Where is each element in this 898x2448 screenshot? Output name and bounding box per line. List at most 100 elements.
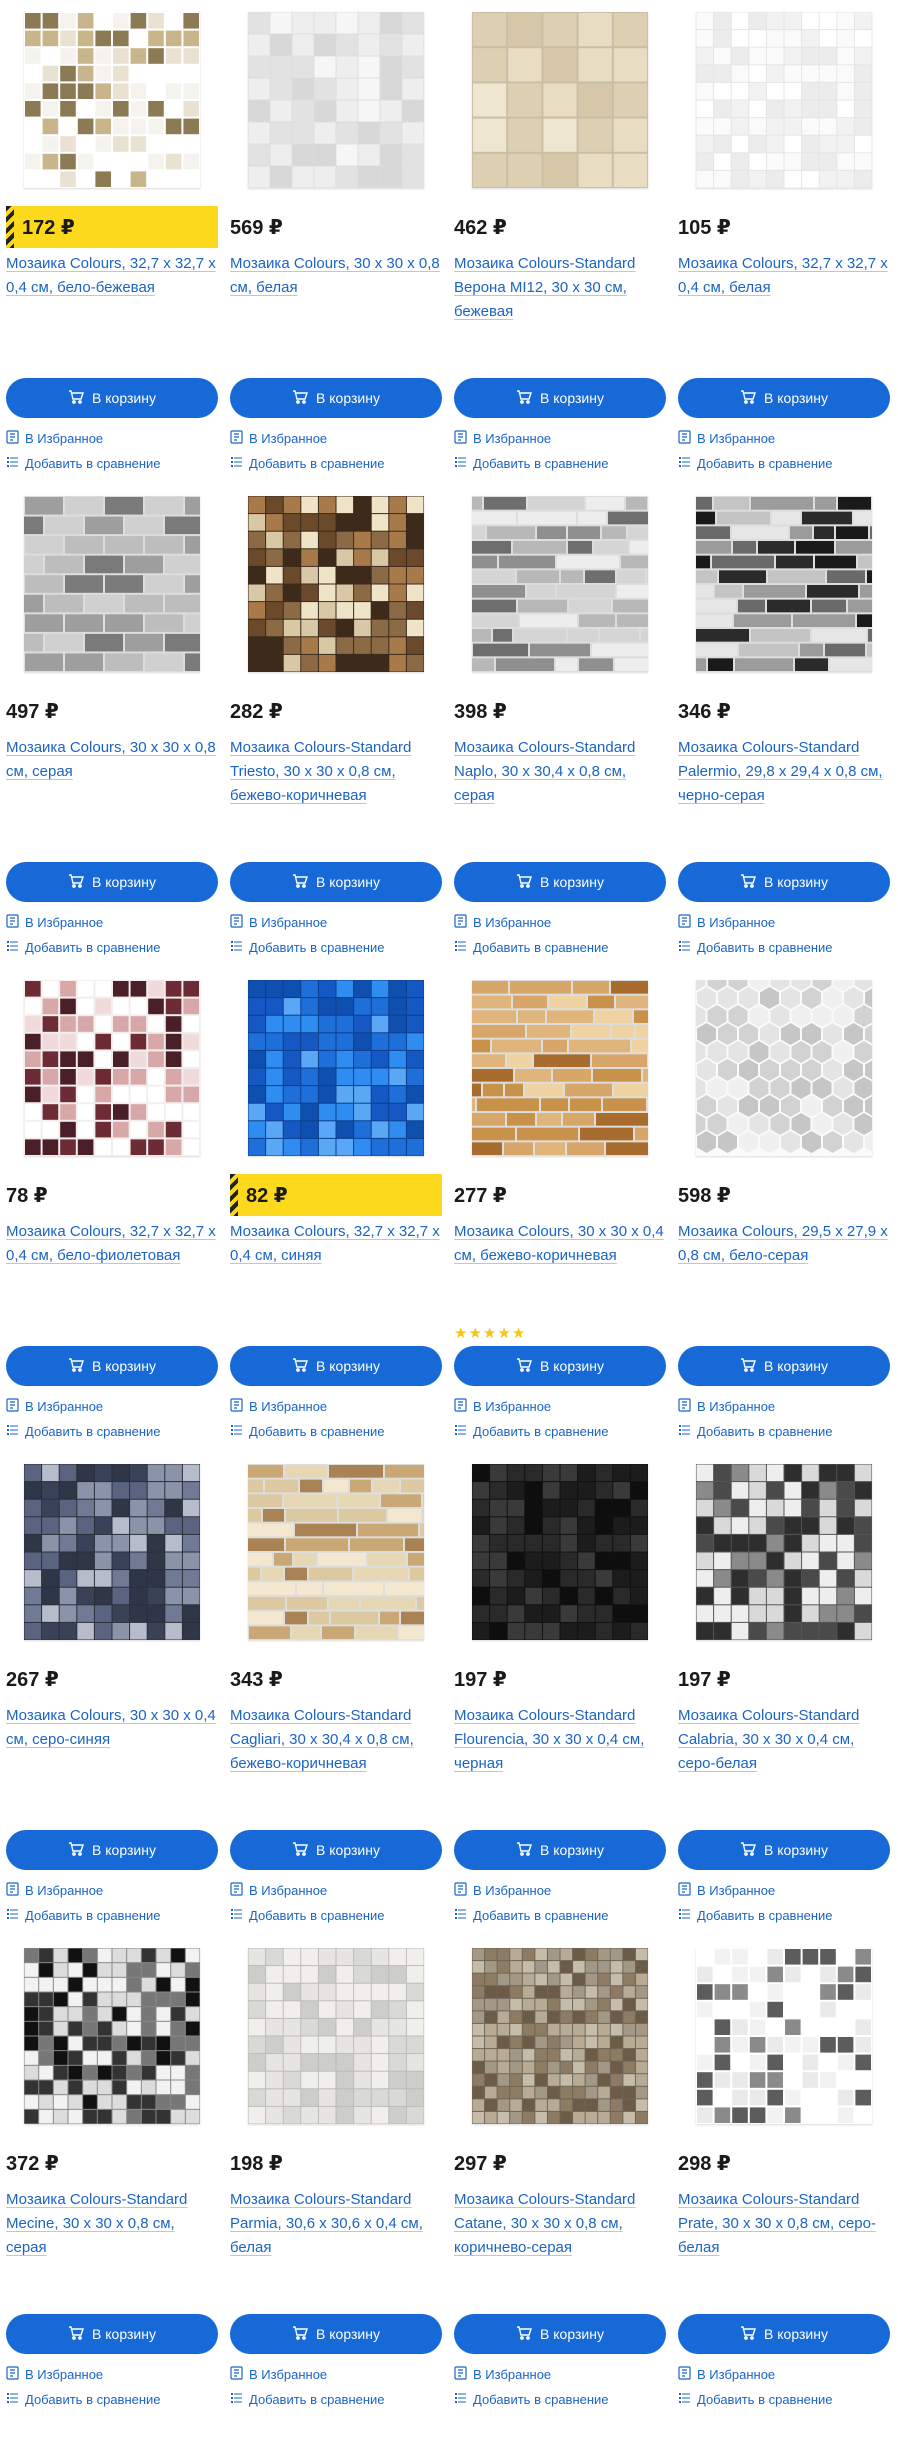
product-title-link[interactable]: Мозаика Colours-Standard Naplo, 30 x 30,…	[454, 736, 666, 808]
add-to-cart-button[interactable]: В корзину	[230, 378, 442, 418]
product-image[interactable]	[454, 968, 692, 1168]
add-to-favorites-link[interactable]: В Избранное	[230, 1882, 327, 1899]
add-to-compare-link[interactable]: Добавить в сравнение	[678, 1907, 833, 1924]
add-to-favorites-link[interactable]: В Избранное	[678, 430, 775, 447]
add-to-cart-button[interactable]: В корзину	[454, 2314, 666, 2354]
add-to-compare-link[interactable]: Добавить в сравнение	[454, 455, 609, 472]
add-to-compare-link[interactable]: Добавить в сравнение	[454, 939, 609, 956]
product-image[interactable]	[6, 1936, 218, 2136]
product-title-link[interactable]: Мозаика Colours-Standard Верона MI12, 30…	[454, 252, 666, 324]
product-title-link[interactable]: Мозаика Colours-Standard Prate, 30 x 30 …	[678, 2188, 890, 2260]
add-to-cart-button[interactable]: В корзину	[454, 1830, 666, 1870]
add-to-compare-link[interactable]: Добавить в сравнение	[678, 1423, 833, 1440]
add-to-cart-button[interactable]: В корзину	[678, 862, 890, 902]
product-title-link[interactable]: Мозаика Colours-Standard Palermio, 29,8 …	[678, 736, 890, 808]
product-title-link[interactable]: Мозаика Colours, 29,5 x 27,9 x 0,8 см, б…	[678, 1220, 890, 1268]
add-to-favorites-link[interactable]: В Избранное	[6, 2366, 103, 2383]
product-title-link[interactable]: Мозаика Colours-Standard Mecine, 30 x 30…	[6, 2188, 218, 2260]
add-to-cart-button[interactable]: В корзину	[6, 2314, 218, 2354]
product-title-link[interactable]: Мозаика Colours, 32,7 x 32,7 x 0,4 см, б…	[678, 252, 890, 300]
add-to-cart-button[interactable]: В корзину	[6, 1830, 218, 1870]
product-title-link[interactable]: Мозаика Colours-Standard Flourencia, 30 …	[454, 1704, 666, 1776]
add-to-cart-button[interactable]: В корзину	[230, 1346, 442, 1386]
add-to-favorites-link[interactable]: В Избранное	[678, 914, 775, 931]
product-title-link[interactable]: Мозаика Colours, 30 x 30 x 0,4 см, серо-…	[6, 1704, 218, 1752]
product-image[interactable]	[230, 0, 442, 200]
product-image[interactable]	[6, 1452, 218, 1652]
product-image[interactable]	[678, 1452, 890, 1652]
add-to-compare-link[interactable]: Добавить в сравнение	[230, 1423, 385, 1440]
add-to-compare-link[interactable]: Добавить в сравнение	[454, 2391, 609, 2408]
product-image[interactable]	[6, 968, 218, 1168]
add-to-cart-button[interactable]: В корзину	[230, 862, 442, 902]
add-to-compare-link[interactable]: Добавить в сравнение	[230, 939, 385, 956]
add-to-cart-button[interactable]: В корзину	[678, 378, 890, 418]
add-to-cart-button[interactable]: В корзину	[454, 1346, 666, 1386]
add-to-compare-link[interactable]: Добавить в сравнение	[678, 2391, 833, 2408]
add-to-compare-link[interactable]: Добавить в сравнение	[230, 2391, 385, 2408]
product-image[interactable]	[454, 484, 690, 684]
product-image[interactable]	[6, 0, 218, 200]
add-to-cart-button[interactable]: В корзину	[454, 378, 666, 418]
add-to-compare-link[interactable]: Добавить в сравнение	[230, 1907, 385, 1924]
add-to-favorites-link[interactable]: В Избранное	[454, 914, 551, 931]
add-to-favorites-link[interactable]: В Избранное	[230, 1398, 327, 1415]
add-to-compare-link[interactable]: Добавить в сравнение	[6, 2391, 161, 2408]
product-image[interactable]	[678, 484, 898, 684]
product-image[interactable]	[230, 968, 442, 1168]
product-image[interactable]	[665, 951, 898, 1168]
product-image[interactable]	[454, 1936, 666, 2136]
product-title-link[interactable]: Мозаика Colours, 32,7 x 32,7 x 0,4 см, б…	[6, 252, 218, 300]
add-to-cart-button[interactable]: В корзину	[6, 862, 218, 902]
add-to-favorites-link[interactable]: В Избранное	[454, 1882, 551, 1899]
add-to-compare-link[interactable]: Добавить в сравнение	[454, 1907, 609, 1924]
add-to-cart-button[interactable]: В корзину	[230, 2314, 442, 2354]
product-title-link[interactable]: Мозаика Colours, 30 x 30 x 0,4 см, бежев…	[454, 1220, 666, 1268]
add-to-favorites-link[interactable]: В Избранное	[6, 430, 103, 447]
product-title-link[interactable]: Мозаика Colours, 32,7 x 32,7 x 0,4 см, б…	[6, 1220, 218, 1268]
product-title-link[interactable]: Мозаика Colours-Standard Calabria, 30 x …	[678, 1704, 890, 1776]
add-to-favorites-link[interactable]: В Избранное	[6, 1398, 103, 1415]
add-to-cart-button[interactable]: В корзину	[230, 1830, 442, 1870]
add-to-compare-link[interactable]: Добавить в сравнение	[6, 1907, 161, 1924]
add-to-favorites-link[interactable]: В Избранное	[230, 2366, 327, 2383]
add-to-compare-link[interactable]: Добавить в сравнение	[6, 455, 161, 472]
add-to-compare-link[interactable]: Добавить в сравнение	[678, 455, 833, 472]
add-to-cart-button[interactable]: В корзину	[6, 1346, 218, 1386]
product-image[interactable]	[230, 1452, 479, 1652]
add-to-favorites-link[interactable]: В Избранное	[678, 2366, 775, 2383]
add-to-compare-link[interactable]: Добавить в сравнение	[230, 455, 385, 472]
product-image[interactable]	[230, 1936, 442, 2136]
add-to-cart-button[interactable]: В корзину	[678, 1830, 890, 1870]
add-to-compare-link[interactable]: Добавить в сравнение	[454, 1423, 609, 1440]
product-image[interactable]	[678, 1936, 890, 2136]
add-to-cart-button[interactable]: В корзину	[454, 862, 666, 902]
product-image[interactable]	[230, 484, 442, 684]
product-image[interactable]	[678, 0, 890, 200]
add-to-favorites-link[interactable]: В Избранное	[230, 914, 327, 931]
add-to-compare-link[interactable]: Добавить в сравнение	[6, 939, 161, 956]
product-image[interactable]	[454, 1452, 666, 1652]
add-to-favorites-link[interactable]: В Избранное	[454, 430, 551, 447]
product-title-link[interactable]: Мозаика Colours-Standard Parmia, 30,6 x …	[230, 2188, 442, 2260]
add-to-cart-button[interactable]: В корзину	[678, 1346, 890, 1386]
add-to-favorites-link[interactable]: В Избранное	[678, 1398, 775, 1415]
product-title-link[interactable]: Мозаика Colours, 32,7 x 32,7 x 0,4 см, с…	[230, 1220, 442, 1268]
product-image[interactable]	[454, 0, 666, 200]
add-to-compare-link[interactable]: Добавить в сравнение	[678, 939, 833, 956]
product-title-link[interactable]: Мозаика Colours, 30 x 30 x 0,8 см, белая	[230, 252, 442, 300]
add-to-favorites-link[interactable]: В Избранное	[230, 430, 327, 447]
add-to-favorites-link[interactable]: В Избранное	[6, 1882, 103, 1899]
product-image[interactable]	[5, 484, 223, 684]
product-title-link[interactable]: Мозаика Colours-Standard Triesto, 30 x 3…	[230, 736, 442, 808]
add-to-compare-link[interactable]: Добавить в сравнение	[6, 1423, 161, 1440]
add-to-favorites-link[interactable]: В Избранное	[678, 1882, 775, 1899]
add-to-favorites-link[interactable]: В Избранное	[6, 914, 103, 931]
add-to-cart-button[interactable]: В корзину	[678, 2314, 890, 2354]
add-to-favorites-link[interactable]: В Избранное	[454, 1398, 551, 1415]
add-to-favorites-link[interactable]: В Избранное	[454, 2366, 551, 2383]
product-title-link[interactable]: Мозаика Colours-Standard Catane, 30 x 30…	[454, 2188, 666, 2260]
add-to-cart-button[interactable]: В корзину	[6, 378, 218, 418]
product-title-link[interactable]: Мозаика Colours, 30 x 30 x 0,8 см, серая	[6, 736, 218, 784]
product-title-link[interactable]: Мозаика Colours-Standard Cagliari, 30 x …	[230, 1704, 442, 1776]
